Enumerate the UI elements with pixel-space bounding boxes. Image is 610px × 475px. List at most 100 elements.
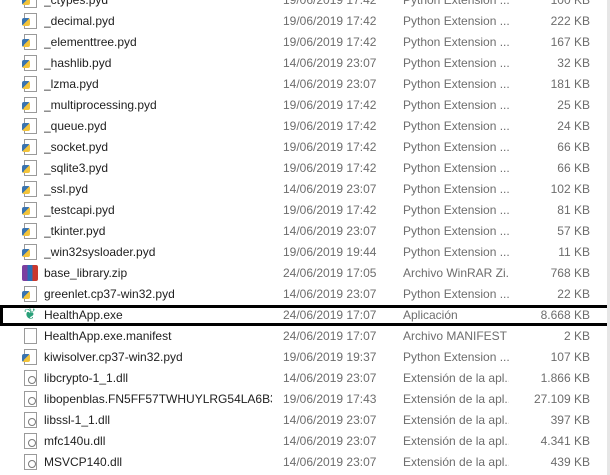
file-name: _ctypes.pyd xyxy=(44,0,109,7)
file-row[interactable]: base_library.zip 24/06/2019 17:05 Archivo … xyxy=(0,263,610,284)
file-name: HealthApp.exe.manifest xyxy=(44,329,172,343)
file-date-modified: 14/06/2019 23:07 xyxy=(283,224,377,238)
file-row[interactable]: greenlet.cp37-win32.pyd 14/06/2019 23:07 P… xyxy=(0,284,610,305)
file-type: Python Extension ... xyxy=(403,161,509,175)
file-name: mfc140u.dll xyxy=(44,434,106,448)
file-name: _ssl.pyd xyxy=(44,182,89,196)
file-size: 66 KB xyxy=(557,161,590,175)
file-row[interactable]: _ssl.pyd 14/06/2019 23:07 Python Extension… xyxy=(0,179,610,200)
file-date-modified: 14/06/2019 23:07 xyxy=(283,371,377,385)
winrar-archive-icon xyxy=(22,265,38,281)
file-name: HealthApp.exe xyxy=(44,308,123,322)
file-size: 25 KB xyxy=(557,98,590,112)
python-file-icon xyxy=(22,244,37,260)
file-name: _socket.pyd xyxy=(44,140,109,154)
file-row[interactable]: _queue.pyd 19/06/2019 17:42 Python Extensi… xyxy=(0,116,610,137)
dll-file-icon xyxy=(24,370,37,386)
file-size: 222 KB xyxy=(550,14,590,28)
python-file-icon xyxy=(22,34,37,50)
file-type: Extensión de la apl... xyxy=(403,434,509,448)
file-size: 439 KB xyxy=(550,455,590,469)
file-type: Aplicación xyxy=(403,308,458,322)
file-type: Extensión de la apl... xyxy=(403,455,509,469)
file-type: Python Extension ... xyxy=(403,119,509,133)
dll-file-icon xyxy=(24,454,37,470)
file-row[interactable]: _sqlite3.pyd 19/06/2019 17:42 Python Exten… xyxy=(0,158,610,179)
file-row[interactable]: libssl-1_1.dll 14/06/2019 23:07 Extensión … xyxy=(0,410,610,431)
file-name: _decimal.pyd xyxy=(44,14,115,28)
file-row[interactable]: _ctypes.pyd 19/06/2019 17:42 Python Extens… xyxy=(0,0,610,11)
dll-file-icon xyxy=(24,391,37,407)
file-type: Python Extension ... xyxy=(403,0,509,7)
file-size: 181 KB xyxy=(550,77,590,91)
file-type: Python Extension ... xyxy=(403,98,509,112)
file-size: 2 KB xyxy=(563,329,590,343)
file-size: 27.109 KB xyxy=(533,392,590,406)
file-row[interactable]: _lzma.pyd 14/06/2019 23:07 Python Extensio… xyxy=(0,74,610,95)
file-row[interactable]: _hashlib.pyd 14/06/2019 23:07 Python Exten… xyxy=(0,53,610,74)
document-icon xyxy=(24,328,37,344)
python-file-icon xyxy=(22,286,37,302)
file-size: 768 KB xyxy=(550,266,590,280)
python-file-icon xyxy=(22,55,37,71)
file-type: Archivo WinRAR Zi... xyxy=(403,266,509,280)
file-row[interactable]: _win32sysloader.pyd 19/06/2019 19:44 Pytho… xyxy=(0,242,610,263)
file-type: Python Extension ... xyxy=(403,245,509,259)
file-date-modified: 19/06/2019 17:42 xyxy=(283,119,377,133)
file-date-modified: 19/06/2019 17:42 xyxy=(283,203,377,217)
file-row[interactable]: _testcapi.pyd 19/06/2019 17:42 Python Exte… xyxy=(0,200,610,221)
file-size: 107 KB xyxy=(550,350,590,364)
file-row[interactable]: mfc140u.dll 14/06/2019 23:07 Extensión de … xyxy=(0,431,610,452)
file-row[interactable]: libcrypto-1_1.dll 14/06/2019 23:07 Extensi… xyxy=(0,368,610,389)
file-row[interactable]: ❦ HealthApp.exe 24/06/2019 17:07 Aplicación… xyxy=(0,305,610,326)
file-size: 1.866 KB xyxy=(540,371,590,385)
file-date-modified: 14/06/2019 23:07 xyxy=(283,77,377,91)
file-size: 8.668 KB xyxy=(540,308,590,322)
file-name: libcrypto-1_1.dll xyxy=(44,371,129,385)
python-file-icon xyxy=(22,139,37,155)
file-size: 81 KB xyxy=(557,203,590,217)
file-name: libopenblas.FN5FF57TWHUYLRG54LA6B3... xyxy=(44,392,272,406)
file-name: _sqlite3.pyd xyxy=(44,161,109,175)
python-file-icon xyxy=(22,181,37,197)
file-date-modified: 19/06/2019 19:44 xyxy=(283,245,377,259)
file-name: libssl-1_1.dll xyxy=(44,413,111,427)
file-size: 397 KB xyxy=(550,413,590,427)
file-type: Python Extension ... xyxy=(403,203,509,217)
file-size: 57 KB xyxy=(557,224,590,238)
file-name: _hashlib.pyd xyxy=(44,56,112,70)
file-size: 22 KB xyxy=(557,287,590,301)
file-row[interactable]: HealthApp.exe.manifest 24/06/2019 17:07 Ar… xyxy=(0,326,610,347)
file-type: Extensión de la apl... xyxy=(403,392,509,406)
file-type: Python Extension ... xyxy=(403,182,509,196)
file-size: 167 KB xyxy=(550,35,590,49)
file-type: Python Extension ... xyxy=(403,140,509,154)
file-row[interactable]: libopenblas.FN5FF57TWHUYLRG54LA6B3... 19/… xyxy=(0,389,610,410)
dll-file-icon xyxy=(24,433,37,449)
file-row[interactable]: _tkinter.pyd 14/06/2019 23:07 Python Exten… xyxy=(0,221,610,242)
file-type: Extensión de la apl... xyxy=(403,371,509,385)
file-row[interactable]: _multiprocessing.pyd 19/06/2019 17:42 Pyth… xyxy=(0,95,610,116)
file-size: 102 KB xyxy=(550,182,590,196)
file-type: Python Extension ... xyxy=(403,350,509,364)
dll-file-icon xyxy=(24,412,37,428)
file-name: _multiprocessing.pyd xyxy=(44,98,157,112)
python-file-icon xyxy=(22,0,37,8)
file-row[interactable]: _decimal.pyd 19/06/2019 17:42 Python Exten… xyxy=(0,11,610,32)
file-row[interactable]: _socket.pyd 19/06/2019 17:42 Python Extens… xyxy=(0,137,610,158)
python-file-icon xyxy=(22,223,37,239)
file-name: _tkinter.pyd xyxy=(44,224,106,238)
file-row[interactable]: kiwisolver.cp37-win32.pyd 19/06/2019 19:3… xyxy=(0,347,610,368)
file-type: Archivo MANIFEST xyxy=(403,329,508,343)
file-row[interactable]: _elementtree.pyd 19/06/2019 17:42 Python E… xyxy=(0,32,610,53)
file-date-modified: 19/06/2019 17:42 xyxy=(283,140,377,154)
python-file-icon xyxy=(22,13,37,29)
file-size: 24 KB xyxy=(557,119,590,133)
file-size: 32 KB xyxy=(557,56,590,70)
file-date-modified: 19/06/2019 17:42 xyxy=(283,14,377,28)
file-date-modified: 14/06/2019 23:07 xyxy=(283,182,377,196)
file-date-modified: 19/06/2019 17:42 xyxy=(283,161,377,175)
file-row[interactable]: MSVCP140.dll 14/06/2019 23:07 Extensión de… xyxy=(0,452,610,473)
file-type: Extensión de la apl... xyxy=(403,413,509,427)
file-type: Python Extension ... xyxy=(403,287,509,301)
